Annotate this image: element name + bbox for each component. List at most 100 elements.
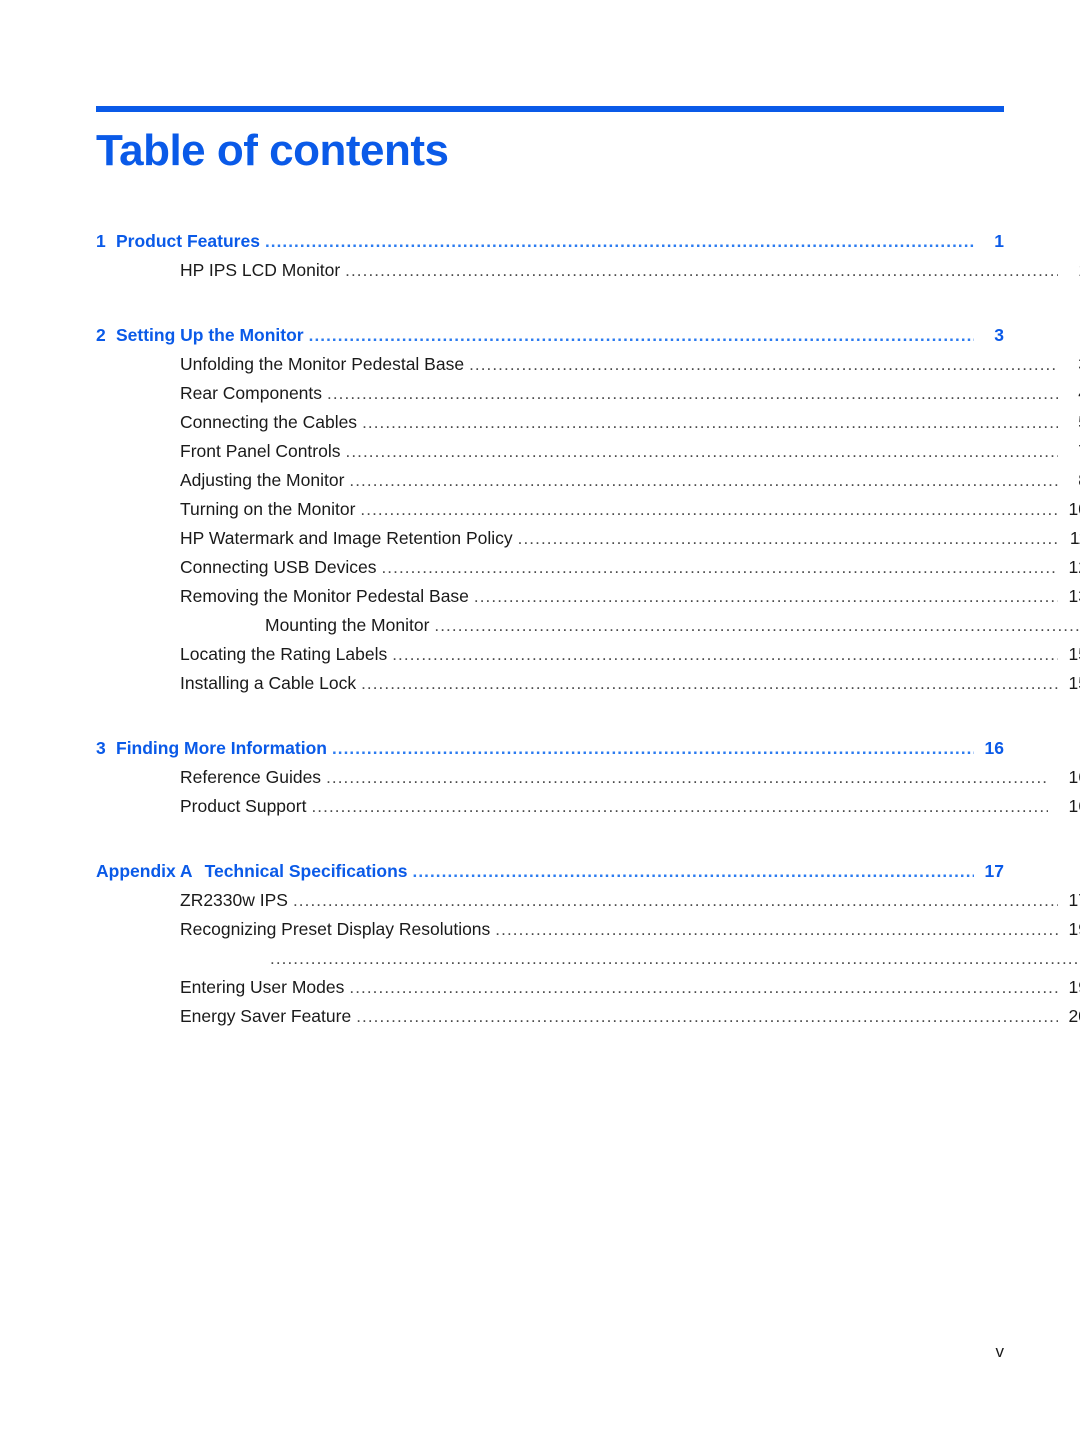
page-title: Table of contents <box>96 126 449 175</box>
toc-entry[interactable]: Locating the Rating Labels 15 <box>96 640 1080 669</box>
toc-entry-title: ZR2330w IPS <box>180 890 288 911</box>
toc-page-number: 11 <box>1069 528 1080 549</box>
toc-page-number: 15 <box>1068 644 1080 665</box>
toc-leader-dots <box>346 443 1059 461</box>
toc-leader-dots <box>270 950 1080 968</box>
toc-leader-dots <box>326 769 1048 787</box>
toc-page-number: 20 <box>1068 1006 1080 1027</box>
toc-group: Appendix A Technical Specifications 17 ZR23… <box>96 857 1080 1031</box>
toc-leader-dots <box>327 385 1058 403</box>
toc-page-number: 10 <box>1068 499 1080 520</box>
toc-entry[interactable]: Rear Components 4 <box>96 379 1080 408</box>
toc-page-number: 16 <box>984 738 1004 759</box>
toc-page-number: 16 <box>1068 767 1080 788</box>
toc-entry-title: Locating the Rating Labels <box>180 644 388 665</box>
toc-entry-title: HP Watermark and Image Retention Policy <box>180 528 513 549</box>
toc-entry[interactable]: Reference Guides 16 <box>96 763 1080 792</box>
toc-page-number: 3 <box>1062 350 1080 379</box>
toc-entry[interactable]: HP Watermark and Image Retention Policy 1… <box>96 524 1080 553</box>
toc-entry[interactable]: Installing a Cable Lock 15 <box>96 669 1080 698</box>
toc-chapter-number: Appendix A <box>96 861 193 882</box>
toc-page-number: 3 <box>994 325 1004 346</box>
toc-entry[interactable]: Front Panel Controls 7 <box>96 437 1080 466</box>
toc-group: 3Finding More Information16Reference Gui… <box>96 734 1080 821</box>
toc-page-number: 5 <box>1062 408 1080 437</box>
toc-leader-dots <box>495 921 1058 939</box>
toc-chapter-number: 1 <box>96 231 106 252</box>
toc-leader-dots <box>362 414 1058 432</box>
toc-entry[interactable]: Product Support 16 <box>96 792 1080 821</box>
toc-entry[interactable]: ZR2330w IPS 17 <box>96 886 1080 915</box>
toc-entry-title: Unfolding the Monitor Pedestal Base <box>180 354 465 375</box>
page-content: Table of contents 1Product Features1HP I… <box>96 0 1080 1031</box>
toc-leader-dots <box>392 646 1058 664</box>
toc-page-number: 17 <box>984 861 1004 882</box>
toc-entry[interactable]: Mounting the Monitor14 <box>96 611 1080 640</box>
toc-entry-title: Front Panel Controls <box>180 441 341 462</box>
toc-page: Table of contents 1Product Features1HP I… <box>0 0 1080 1437</box>
toc-page-number: 13 <box>1068 586 1080 607</box>
toc-page-number: 8 <box>1062 466 1080 495</box>
toc-leader-dots <box>293 892 1058 910</box>
toc-entry-title: Installing a Cable Lock <box>180 673 357 694</box>
toc-chapter-entry[interactable]: Appendix A Technical Specifications 17 <box>96 857 1004 886</box>
toc-chapter-entry[interactable]: 3 Finding More Information 16 <box>96 734 1004 763</box>
toc-leader-dots <box>356 1008 1058 1026</box>
toc-chapter-label: 2 Setting Up the Monitor <box>96 321 304 350</box>
toc-chapter-entry[interactable]: 2 Setting Up the Monitor 3 <box>96 321 1004 350</box>
toc-page-number: 1 <box>994 231 1004 252</box>
toc-leader-dots <box>332 740 974 758</box>
toc-entry-title: Energy Saver Feature <box>180 1006 352 1027</box>
toc-page-number: 15 <box>1068 673 1080 694</box>
toc-page-number: 12 <box>1068 557 1080 578</box>
toc-chapter-title: Product Features <box>116 231 260 252</box>
toc-entry-title: Connecting USB Devices <box>180 557 377 578</box>
toc-entry[interactable]: Unfolding the Monitor Pedestal Base 3 <box>96 350 1080 379</box>
toc-leader-dots <box>434 617 1080 635</box>
toc-leader-dots <box>469 356 1058 374</box>
toc-entry[interactable]: Adjusting the Monitor 8 <box>96 466 1080 495</box>
toc-entry[interactable]: Connecting the Cables 5 <box>96 408 1080 437</box>
title-rule <box>96 106 1004 112</box>
toc-entry-title: Entering User Modes <box>180 977 345 998</box>
toc-chapter-label: 1 Product Features <box>96 227 260 256</box>
toc-chapter-entry[interactable]: 1 Product Features 1 <box>96 227 1004 256</box>
toc-leader-dots <box>349 472 1058 490</box>
toc-entry[interactable]: Recognizing Preset Display Resolutions 19 <box>96 915 1080 944</box>
toc-chapter-title: Finding More Information <box>116 738 327 759</box>
toc-page-number: 4 <box>1062 379 1080 408</box>
toc-chapter-number: 2 <box>96 325 106 346</box>
toc-entry-title: Recognizing Preset Display Resolutions <box>180 919 491 940</box>
toc-entry[interactable]: Connecting USB Devices 12 <box>96 553 1080 582</box>
toc-entry[interactable]: Turning on the Monitor 10 <box>96 495 1080 524</box>
toc-page-number: 7 <box>1062 437 1080 466</box>
toc-entry[interactable]: 19 <box>96 944 1080 973</box>
toc-chapter-title: Technical Specifications <box>204 861 408 882</box>
table-of-contents: 1Product Features1HP IPS LCD Monitor12Se… <box>96 227 1080 1031</box>
toc-leader-dots <box>349 979 1058 997</box>
toc-chapter-label: Appendix A Technical Specifications <box>96 857 408 886</box>
toc-entry-title: Mounting the Monitor <box>265 615 430 636</box>
toc-chapter-number: 3 <box>96 738 106 759</box>
toc-page-number: 16 <box>1068 796 1080 817</box>
toc-chapter-label: 3 Finding More Information <box>96 734 327 763</box>
toc-entry-title: Connecting the Cables <box>180 412 358 433</box>
toc-entry[interactable]: Entering User Modes 19 <box>96 973 1080 1002</box>
toc-entry-title: Rear Components <box>180 383 323 404</box>
toc-entry-title: Reference Guides <box>180 767 322 788</box>
toc-leader-dots <box>474 588 1058 606</box>
toc-entry[interactable]: HP IPS LCD Monitor 1 <box>96 256 1080 285</box>
toc-entry[interactable]: Removing the Monitor Pedestal Base 13 <box>96 582 1080 611</box>
toc-leader-dots <box>360 501 1058 519</box>
toc-leader-dots <box>309 327 974 345</box>
toc-entry-title: Product Support <box>180 796 307 817</box>
toc-group: 1 Product Features 1 HP IPS LCD Monitor 1 <box>96 227 1080 285</box>
toc-leader-dots <box>265 233 974 251</box>
toc-leader-dots <box>361 675 1058 693</box>
toc-page-number: 1 <box>1062 256 1080 285</box>
toc-leader-dots <box>345 262 1058 280</box>
toc-group: 2Setting Up the Monitor3Unfolding the Mo… <box>96 321 1080 698</box>
toc-leader-dots <box>381 559 1058 577</box>
toc-entry[interactable]: Energy Saver Feature 20 <box>96 1002 1080 1031</box>
toc-entry-title: Adjusting the Monitor <box>180 470 345 491</box>
